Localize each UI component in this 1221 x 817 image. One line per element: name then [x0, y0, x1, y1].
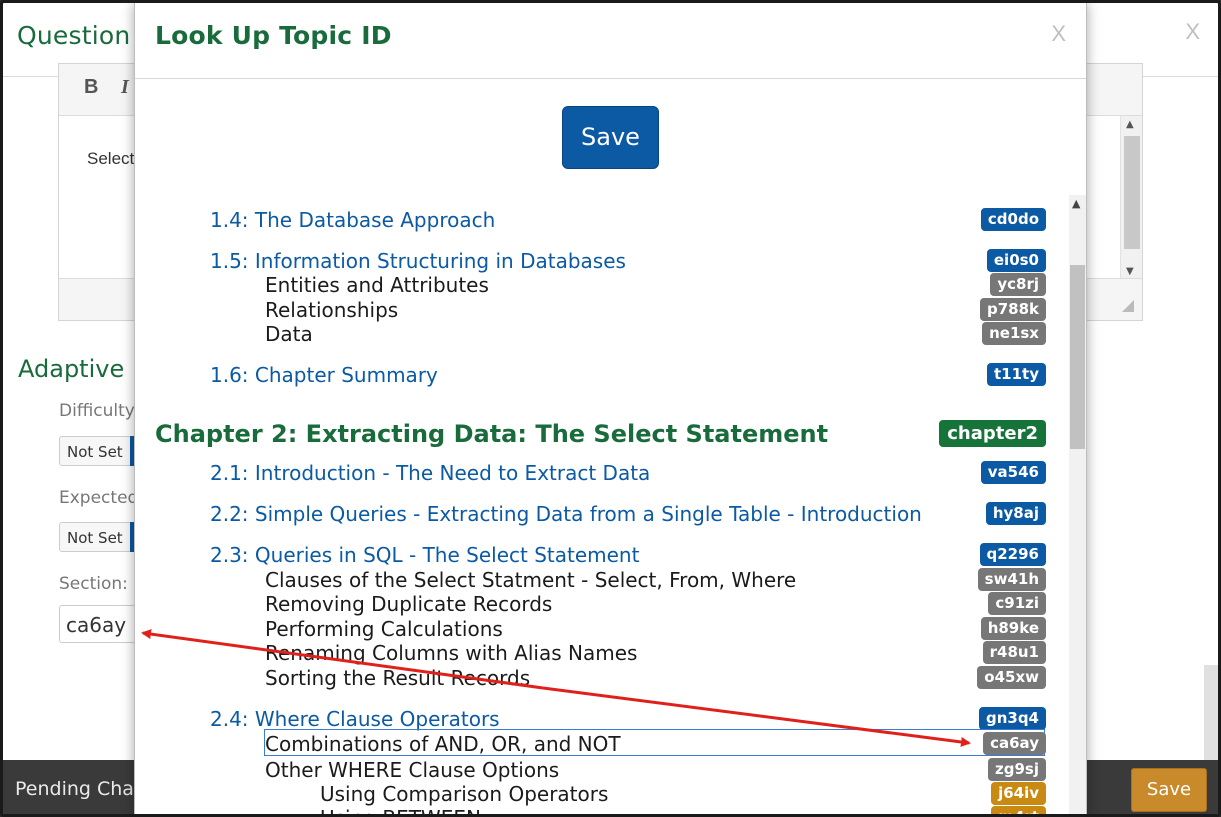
scroll-down-icon[interactable]: ▼: [1126, 266, 1134, 277]
topic-label[interactable]: Other WHERE Clause Options: [265, 758, 559, 782]
italic-button[interactable]: I: [121, 76, 129, 99]
background-save-button[interactable]: Save: [1131, 768, 1207, 812]
look-up-topic-modal: Look Up Topic ID X Save 1.4: The Databas…: [134, 3, 1087, 814]
topic-id-badge[interactable]: gn3q4: [978, 707, 1046, 730]
topic-label[interactable]: Clauses of the Select Statment - Select,…: [265, 568, 796, 592]
topic-label[interactable]: Using Comparison Operators: [320, 782, 608, 806]
topic-label[interactable]: 1.5: Information Structuring in Database…: [210, 249, 626, 273]
expected-select[interactable]: Not Set: [59, 522, 139, 552]
topic-id-badge[interactable]: chapter2: [939, 420, 1046, 447]
topic-id-badge[interactable]: ca6ay: [983, 732, 1046, 755]
topic-label[interactable]: 2.1: Introduction - The Need to Extract …: [210, 461, 650, 485]
topic-id-badge[interactable]: m4rt: [991, 806, 1046, 814]
topic-label[interactable]: Relationships: [265, 298, 398, 322]
app-window: Question X B I Select ▲ ▼ Adaptive L Dif…: [0, 0, 1221, 817]
topic-label[interactable]: 1.4: The Database Approach: [210, 208, 495, 232]
resize-grip-icon[interactable]: [1122, 300, 1134, 312]
background-close-icon[interactable]: X: [1185, 19, 1200, 45]
topic-label[interactable]: 2.2: Simple Queries - Extracting Data fr…: [210, 502, 922, 526]
topic-label[interactable]: 2.4: Where Clause Operators: [210, 707, 500, 731]
background-dialog-title: Question: [17, 21, 131, 50]
editor-scrollbar[interactable]: ▲ ▼: [1120, 116, 1142, 280]
topic-list: 1.4: The Database Approach cd0do 1.5: Info…: [135, 195, 1070, 814]
topic-label[interactable]: Data: [265, 322, 313, 346]
topic-id-badge[interactable]: zg9sj: [988, 758, 1046, 781]
editor-content[interactable]: Select: [87, 149, 134, 169]
bold-button[interactable]: B: [84, 76, 98, 99]
topic-list-scroll-thumb[interactable]: [1070, 265, 1085, 449]
page-scrollbar[interactable]: [1204, 665, 1218, 760]
topic-id-badge[interactable]: p788k: [979, 298, 1046, 321]
topic-label[interactable]: Performing Calculations: [265, 617, 503, 641]
topic-id-badge[interactable]: c91zi: [988, 592, 1046, 615]
pending-changes-text: Pending Chan: [15, 778, 146, 800]
section-label: Section:: [59, 574, 128, 594]
editor-scroll-thumb[interactable]: [1124, 136, 1140, 249]
topic-id-badge[interactable]: yc8rj: [990, 273, 1046, 296]
topic-id-badge[interactable]: hy8aj: [985, 502, 1046, 525]
topic-id-badge[interactable]: t11ty: [987, 363, 1046, 386]
difficulty-label: Difficulty: [59, 401, 135, 421]
topic-id-badge[interactable]: cd0do: [980, 208, 1046, 231]
topic-id-badge[interactable]: va546: [980, 461, 1046, 484]
topic-label[interactable]: Removing Duplicate Records: [265, 592, 552, 616]
expected-label: Expected: [59, 488, 139, 508]
scroll-up-icon[interactable]: ▲: [1126, 119, 1134, 130]
topic-id-badge[interactable]: q2296: [979, 543, 1046, 566]
topic-id-badge[interactable]: o45xw: [977, 666, 1046, 689]
topic-label[interactable]: Combinations of AND, OR, and NOT: [265, 732, 621, 756]
topic-label[interactable]: Renaming Columns with Alias Names: [265, 641, 637, 665]
difficulty-select-value: Not Set: [67, 443, 123, 461]
difficulty-select[interactable]: Not Set: [59, 436, 139, 466]
topic-label[interactable]: Entities and Attributes: [265, 273, 489, 297]
topic-label[interactable]: 1.6: Chapter Summary: [210, 363, 438, 387]
topic-label[interactable]: Using BETWEEN: [320, 806, 481, 814]
topic-label[interactable]: 2.3: Queries in SQL - The Select Stateme…: [210, 543, 639, 567]
close-icon[interactable]: X: [1051, 21, 1066, 47]
expected-select-value: Not Set: [67, 529, 123, 547]
scroll-up-icon[interactable]: ▲: [1072, 197, 1080, 210]
modal-title: Look Up Topic ID: [155, 21, 392, 50]
save-button[interactable]: Save: [562, 106, 659, 169]
topic-id-badge[interactable]: ne1sx: [982, 322, 1046, 345]
topic-id-badge[interactable]: ei0s0: [986, 249, 1046, 272]
topic-id-badge[interactable]: h89ke: [980, 617, 1046, 640]
adaptive-heading: Adaptive L: [18, 355, 146, 383]
topic-list-scrollbar[interactable]: ▲: [1069, 195, 1086, 814]
topic-id-badge[interactable]: sw41h: [977, 568, 1046, 591]
topic-id-badge[interactable]: j64iv: [991, 782, 1046, 805]
topic-label[interactable]: Chapter 2: Extracting Data: The Select S…: [155, 420, 828, 448]
modal-header: Look Up Topic ID X: [135, 3, 1086, 79]
topic-label[interactable]: Sorting the Result Records: [265, 666, 530, 690]
topic-id-badge[interactable]: r48u1: [982, 641, 1046, 664]
